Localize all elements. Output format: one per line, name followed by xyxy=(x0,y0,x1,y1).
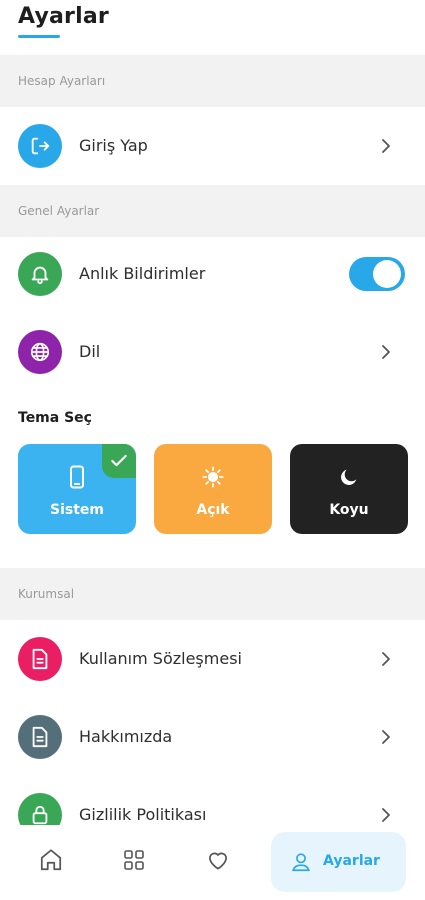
document-icon xyxy=(18,637,62,681)
page-title: Ayarlar xyxy=(18,4,109,29)
theme-option-label: Koyu xyxy=(329,502,369,518)
row-label: Gizlilik Politikası xyxy=(79,805,207,824)
section-header-corporate: Kurumsal xyxy=(0,568,425,620)
theme-option-light[interactable]: Açık xyxy=(154,444,272,534)
row-label: Dil xyxy=(79,342,101,361)
row-label: Hakkımızda xyxy=(79,727,173,746)
theme-option-label: Açık xyxy=(196,502,230,518)
globe-icon xyxy=(18,330,62,374)
about-row[interactable]: Hakkımızda xyxy=(0,698,425,776)
nav-settings-label: Ayarlar xyxy=(323,853,380,869)
nav-settings-button[interactable]: Ayarlar xyxy=(271,832,406,892)
notifications-row: Anlık Bildirimler xyxy=(0,235,425,313)
notifications-toggle[interactable] xyxy=(349,257,405,291)
chevron-right-icon xyxy=(382,808,390,822)
chevron-right-icon xyxy=(382,139,390,153)
nav-grid-button[interactable] xyxy=(119,845,149,875)
heart-icon xyxy=(209,852,227,870)
toggle-knob xyxy=(373,260,401,288)
section-header-account: Hesap Ayarları xyxy=(0,55,425,107)
section-title: Hesap Ayarları xyxy=(18,74,106,88)
row-label: Giriş Yap xyxy=(79,136,148,155)
check-icon xyxy=(102,444,136,478)
chevron-right-icon xyxy=(382,652,390,666)
grid-icon xyxy=(124,850,144,870)
bell-icon xyxy=(18,252,62,296)
sun-icon xyxy=(202,464,224,490)
theme-option-system[interactable]: Sistem xyxy=(18,444,136,534)
theme-option-dark[interactable]: Koyu xyxy=(290,444,408,534)
moon-icon xyxy=(338,464,360,490)
chevron-right-icon xyxy=(382,730,390,744)
section-title: Genel Ayarlar xyxy=(18,204,100,218)
header: Ayarlar xyxy=(0,0,425,54)
login-row[interactable]: Giriş Yap xyxy=(0,107,425,185)
terms-row[interactable]: Kullanım Sözleşmesi xyxy=(0,620,425,698)
theme-title: Tema Seç xyxy=(18,410,92,426)
nav-home-button[interactable] xyxy=(36,845,66,875)
bottom-nav: Ayarlar xyxy=(0,825,425,900)
home-icon xyxy=(40,849,62,871)
row-label: Kullanım Sözleşmesi xyxy=(79,649,242,668)
row-label: Anlık Bildirimler xyxy=(79,264,206,283)
nav-favorites-button[interactable] xyxy=(203,845,233,875)
language-row[interactable]: Dil xyxy=(0,313,425,391)
phone-icon xyxy=(66,464,88,490)
theme-option-label: Sistem xyxy=(50,502,104,518)
chevron-right-icon xyxy=(382,345,390,359)
document-icon xyxy=(18,715,62,759)
login-icon xyxy=(18,124,62,168)
section-title: Kurumsal xyxy=(18,587,75,601)
user-icon xyxy=(292,853,310,872)
title-underline xyxy=(18,35,60,38)
section-header-general: Genel Ayarlar xyxy=(0,185,425,237)
